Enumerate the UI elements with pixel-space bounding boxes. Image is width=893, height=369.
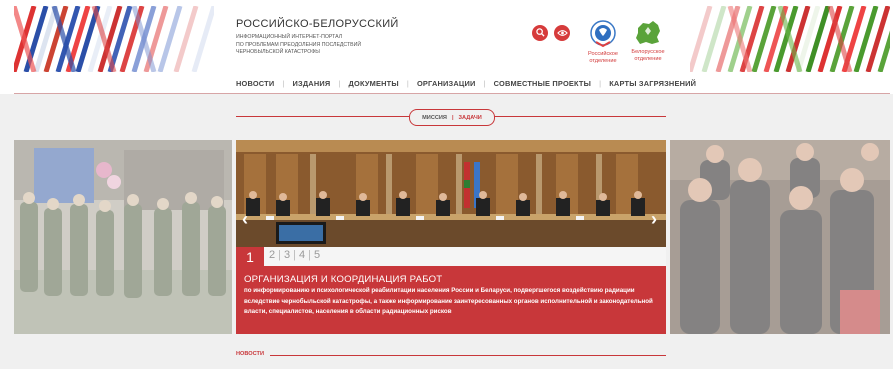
pager-pages: 2 | 3 | 4 | 5 [269, 249, 321, 261]
search-button[interactable] [532, 25, 548, 41]
main-nav: НОВОСТИ | ИЗДАНИЯ | ДОКУМЕНТЫ | ОРГАНИЗА… [236, 77, 696, 89]
nav-contamination-maps[interactable]: КАРТЫ ЗАГРЯЗНЕНИЙ [609, 79, 696, 88]
nav-joint-projects[interactable]: СОВМЕСТНЫЕ ПРОЕКТЫ [494, 79, 591, 88]
pager-current[interactable]: 1 [236, 247, 264, 266]
news-section-title[interactable]: НОВОСТИ [236, 351, 264, 357]
belarusian-branch-link[interactable]: Белорусское отделение [628, 20, 668, 62]
nav-news[interactable]: НОВОСТИ [236, 79, 274, 88]
slide-image[interactable] [236, 140, 666, 247]
russian-branch-label: Российское отделение [588, 51, 618, 64]
portal-subtitle: ИНФОРМАЦИОННЫЙ ИНТЕРНЕТ-ПОРТАЛ ПО ПРОБЛЕ… [236, 34, 362, 56]
slide-text: по информированию и психологической реаб… [244, 287, 653, 316]
pager-page[interactable]: 3 [284, 249, 290, 261]
russian-branch-emblem-icon [583, 20, 623, 48]
chevron-right-icon: › [651, 209, 657, 229]
nav-organizations[interactable]: ОРГАНИЗАЦИИ [417, 79, 476, 88]
russian-branch-link[interactable]: Российское отделение [583, 20, 623, 64]
tab-separator: | [451, 114, 454, 121]
nav-documents[interactable]: ДОКУМЕНТЫ [349, 79, 399, 88]
nav-separator: | [483, 78, 486, 88]
search-icon [535, 24, 545, 42]
slider-prev-button[interactable]: ‹ [242, 210, 248, 228]
belarus-map-icon [628, 20, 668, 46]
nav-separator: | [282, 78, 285, 88]
chevron-left-icon: ‹ [242, 209, 248, 229]
nav-publications[interactable]: ИЗДАНИЯ [293, 79, 331, 88]
header: РОССИЙСКО-БЕЛОРУССКИЙ ИНФОРМАЦИОННЫЙ ИНТ… [0, 0, 893, 73]
tabs-line-left [236, 116, 409, 117]
header-divider [14, 93, 890, 94]
view-mode-button[interactable] [554, 25, 570, 41]
news-section-line [270, 355, 666, 356]
slide-preview-right[interactable] [670, 140, 890, 334]
pager-page[interactable]: 5 [314, 249, 320, 261]
belarusian-branch-label: Белорусское отделение [631, 49, 665, 62]
pager-page[interactable]: 2 [269, 249, 275, 261]
slide-preview-left[interactable] [14, 140, 232, 334]
eye-icon [556, 24, 568, 42]
nav-separator: | [406, 78, 409, 88]
flag-stripes-right [690, 6, 890, 72]
slider-next-button[interactable]: › [651, 210, 657, 228]
nav-separator: | [599, 78, 602, 88]
tab-mission[interactable]: МИССИЯ [422, 115, 447, 121]
slide-title[interactable]: ОРГАНИЗАЦИЯ И КООРДИНАЦИЯ РАБОТ [244, 274, 442, 285]
mission-tasks-tabs: МИССИЯ | ЗАДАЧИ [409, 109, 495, 126]
nav-separator: | [338, 78, 341, 88]
slider-pager: 1 2 | 3 | 4 | 5 [236, 247, 666, 266]
tabs-line-right [493, 116, 666, 117]
portal-brand[interactable]: РОССИЙСКО-БЕЛОРУССКИЙ ИНФОРМАЦИОННЫЙ ИНТ… [236, 18, 399, 57]
pager-page[interactable]: 4 [299, 249, 305, 261]
tab-tasks[interactable]: ЗАДАЧИ [459, 115, 482, 121]
slide-caption: ОРГАНИЗАЦИЯ И КООРДИНАЦИЯ РАБОТ по инфор… [236, 266, 666, 334]
flag-stripes-left [14, 6, 214, 72]
portal-title: РОССИЙСКО-БЕЛОРУССКИЙ [236, 18, 399, 30]
